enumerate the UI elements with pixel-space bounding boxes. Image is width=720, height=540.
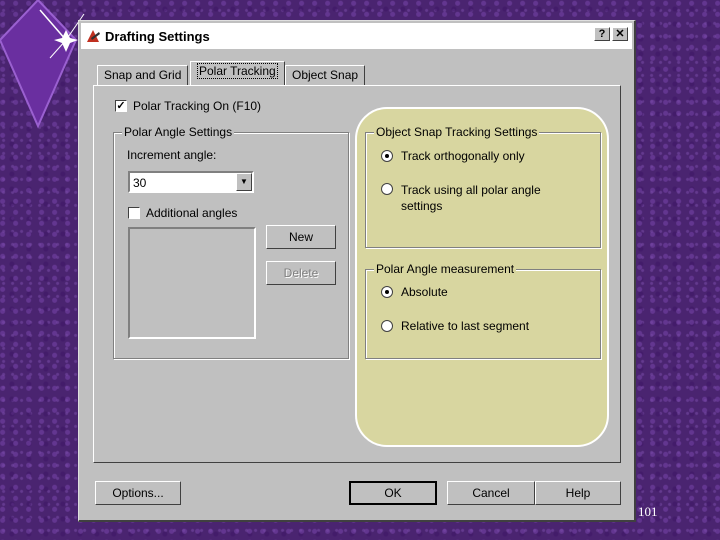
chevron-down-icon[interactable]: ▼ [236,173,252,191]
sparkle-star-decoration [0,0,85,129]
radio-selected-icon [381,150,393,162]
checkbox-box [128,207,140,219]
tab-polar-tracking[interactable]: Polar Tracking [190,61,285,85]
autocad-app-icon [85,28,101,44]
increment-angle-dropdown[interactable]: 30 ▼ [128,171,254,193]
additional-angles-checkbox[interactable]: Additional angles [128,206,237,220]
polar-angle-measurement-group: Polar Angle measurement [365,262,601,359]
help-title-button[interactable]: ? [594,27,610,41]
absolute-radio[interactable]: Absolute [381,285,448,299]
track-orthogonally-radio[interactable]: Track orthogonally only [381,149,525,163]
dialog-title: Drafting Settings [105,28,210,44]
delete-button[interactable]: Delete [266,261,336,285]
tab-object-snap[interactable]: Object Snap [285,65,366,85]
ok-button[interactable]: OK [349,481,437,505]
checkbox-box: ✓ [115,100,127,112]
increment-angle-label: Increment angle: [127,148,217,162]
options-button[interactable]: Options... [95,481,181,505]
group-title: Object Snap Tracking Settings [374,125,540,139]
drafting-settings-dialog: Drafting Settings ? ✕ Snap and Grid Pola… [78,20,636,522]
close-title-button[interactable]: ✕ [612,27,628,41]
help-button[interactable]: Help [535,481,621,505]
group-title: Polar Angle measurement [374,262,517,276]
slide-number: 101 [638,504,658,519]
tab-snap-and-grid[interactable]: Snap and Grid [97,65,189,85]
track-polar-angles-radio[interactable]: Track using all polar angle settings [381,182,561,214]
relative-to-last-segment-radio[interactable]: Relative to last segment [381,319,529,333]
title-bar: Drafting Settings ? ✕ [81,23,632,49]
radio-selected-icon [381,286,393,298]
radio-unselected-icon [381,183,393,195]
new-button[interactable]: New [266,225,336,249]
cancel-button[interactable]: Cancel [447,481,535,505]
radio-unselected-icon [381,320,393,332]
polar-tracking-on-checkbox[interactable]: ✓ Polar Tracking On (F10) [115,99,261,113]
additional-angles-list[interactable] [128,227,256,339]
group-title: Polar Angle Settings [122,125,235,139]
